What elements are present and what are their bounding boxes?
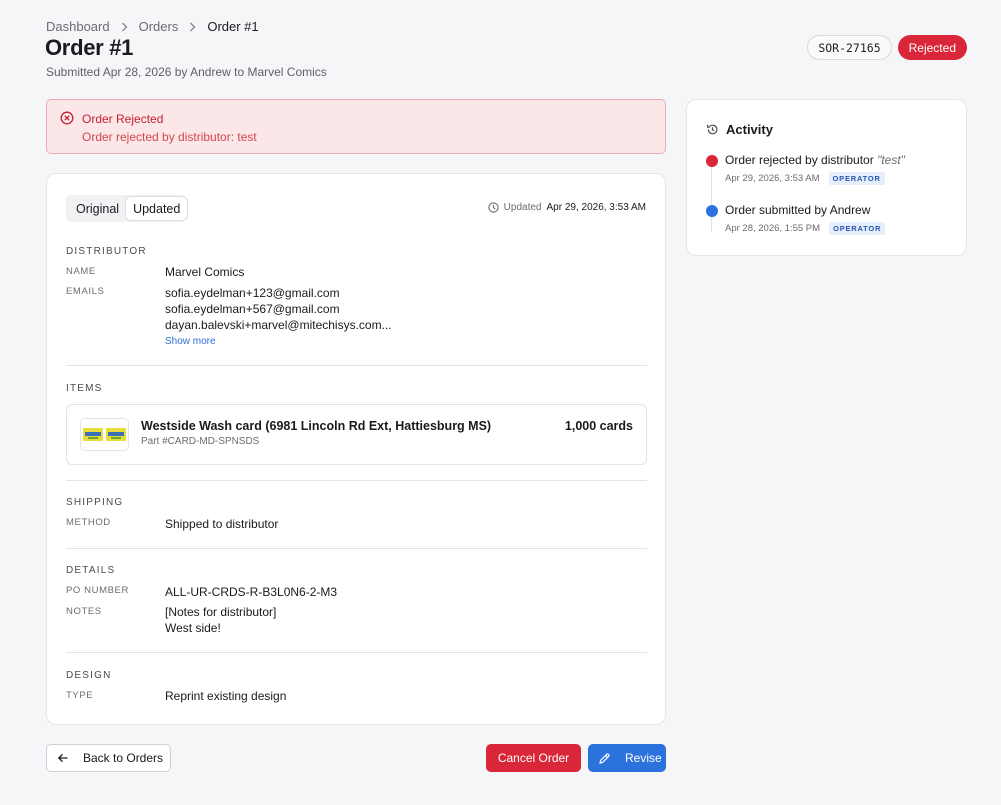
activity-event: Order submitted by Andrew [725, 203, 870, 217]
updated-label: Updated [503, 202, 542, 213]
item-thumbnail [80, 418, 129, 451]
notes-text: [Notes for distributor] West side! [165, 604, 276, 636]
distributor-heading: Distributor [66, 246, 147, 257]
distributor-name: Marvel Comics [165, 265, 245, 279]
item-quantity: 1,000 cards [564, 419, 633, 433]
divider [66, 548, 647, 549]
event-text: Order rejected by distributor [725, 153, 874, 167]
name-label: Name [66, 266, 96, 277]
event-time: Apr 29, 2026, 3:53 AM [725, 173, 820, 184]
breadcrumb-orders[interactable]: Orders [139, 19, 179, 34]
cancel-label: Cancel Order [497, 751, 570, 765]
rejection-alert: Order Rejected Order rejected by distrib… [46, 99, 666, 154]
show-more-link[interactable]: Show more [165, 336, 216, 347]
shipping-heading: Shipping [66, 497, 124, 508]
back-to-orders-button[interactable]: Back to Orders [46, 744, 171, 772]
header-badges: SOR-27165 Rejected [807, 35, 967, 60]
pencil-icon [598, 752, 611, 765]
order-details-card: Original Updated Updated Apr 29, 2026, 3… [46, 173, 666, 725]
chevron-right-icon [189, 22, 196, 32]
cancel-order-button[interactable]: Cancel Order [486, 744, 581, 772]
email-item: sofia.eydelman+567@gmail.com [165, 302, 340, 316]
design-type: Reprint existing design [165, 689, 287, 703]
divider [66, 480, 647, 481]
updated-timestamp: Updated Apr 29, 2026, 3:53 AM [488, 202, 646, 213]
email-item: dayan.balevski+marvel@mitechisys.com... [165, 318, 392, 332]
activity-meta: Apr 28, 2026, 1:55 PM OPERATOR [725, 222, 886, 235]
item-part-number: Part #CARD-MD-SPNSDS [141, 436, 260, 447]
history-icon [706, 123, 719, 136]
divider [66, 365, 647, 366]
breadcrumb: Dashboard Orders Order #1 [46, 19, 259, 34]
details-heading: Details [66, 565, 116, 576]
revise-label: Revise [625, 751, 662, 765]
activity-panel: Activity Order rejected by distributor "… [686, 99, 967, 256]
toggle-original[interactable]: Original [68, 197, 126, 220]
timeline-line [711, 166, 712, 232]
x-circle-icon [60, 111, 74, 130]
page-subtitle: Submitted Apr 28, 2026 by Andrew to Marv… [46, 65, 327, 79]
back-label: Back to Orders [83, 751, 164, 765]
email-item: sofia.eydelman+123@gmail.com [165, 286, 340, 300]
clock-icon [488, 202, 499, 213]
notes-label: Notes [66, 606, 102, 617]
alert-title: Order Rejected [82, 112, 164, 126]
breadcrumb-current: Order #1 [207, 19, 259, 34]
order-code-badge: SOR-27165 [807, 35, 892, 60]
type-label: Type [66, 690, 94, 701]
notes-line: West side! [165, 621, 221, 635]
emails-label: Emails [66, 286, 105, 297]
po-number: ALL-UR-CRDS-R-B3L0N6-2-M3 [165, 585, 338, 599]
shipping-method: Shipped to distributor [165, 517, 279, 531]
item-name: Westside Wash card (6981 Lincoln Rd Ext,… [141, 419, 492, 433]
version-toggle: Original Updated [66, 195, 188, 222]
updated-value: Apr 29, 2026, 3:53 AM [546, 202, 646, 213]
event-quote: "test" [877, 153, 905, 167]
revise-button[interactable]: Revise [588, 744, 666, 772]
role-badge: OPERATOR [829, 222, 886, 235]
method-label: Method [66, 517, 111, 528]
toggle-updated[interactable]: Updated [126, 197, 188, 220]
activity-title: Activity [726, 122, 773, 137]
activity-header: Activity [706, 122, 773, 137]
list-item: Westside Wash card (6981 Lincoln Rd Ext,… [66, 404, 647, 465]
items-heading: Items [66, 383, 103, 394]
notes-line: [Notes for distributor] [165, 605, 277, 619]
timeline-dot-submitted [706, 205, 718, 217]
activity-event: Order rejected by distributor "test" [725, 153, 905, 167]
page-title: Order #1 [45, 35, 134, 60]
alert-message: Order rejected by distributor: test [82, 130, 257, 144]
email-list: sofia.eydelman+123@gmail.com sofia.eydel… [165, 285, 392, 333]
design-heading: Design [66, 670, 112, 681]
event-text: Order submitted by Andrew [725, 203, 871, 217]
activity-meta: Apr 29, 2026, 3:53 AM OPERATOR [725, 172, 885, 185]
po-number-label: PO Number [66, 585, 129, 596]
timeline-dot-rejected [706, 155, 718, 167]
role-badge: OPERATOR [828, 172, 885, 185]
event-time: Apr 28, 2026, 1:55 PM [725, 223, 821, 234]
breadcrumb-dashboard[interactable]: Dashboard [46, 19, 110, 34]
chevron-right-icon [121, 22, 128, 32]
divider [66, 652, 647, 653]
arrow-left-icon [57, 752, 69, 764]
status-badge: Rejected [897, 35, 967, 60]
